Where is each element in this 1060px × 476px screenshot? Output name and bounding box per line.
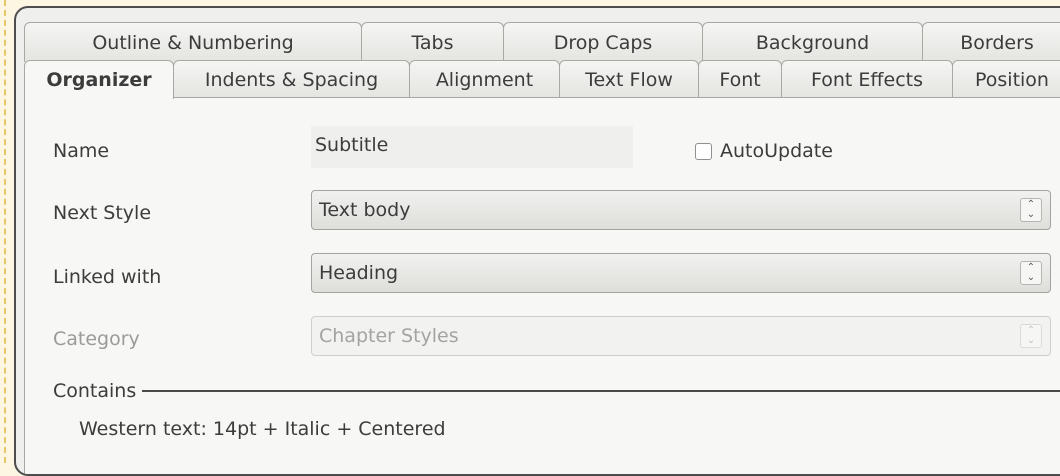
linked-with-select[interactable]: Heading ⌃ ⌄ xyxy=(311,253,1051,293)
contains-description: Western text: 14pt + Italic + Centered xyxy=(79,418,446,440)
dashed-frame-edge xyxy=(4,0,6,463)
next-style-select[interactable]: Text body ⌃ ⌄ xyxy=(311,190,1051,230)
tab-font[interactable]: Font xyxy=(698,60,782,98)
organizer-panel: Name Subtitle AutoUpdate Next Style Text… xyxy=(24,97,1060,474)
up-down-arrows-icon[interactable]: ⌃ ⌄ xyxy=(1020,198,1042,222)
tab-drop-caps[interactable]: Drop Caps xyxy=(503,22,703,62)
next-style-label: Next Style xyxy=(53,202,152,224)
tab-outline-numbering[interactable]: Outline & Numbering xyxy=(24,22,362,62)
tab-row-back: Outline & Numbering Tabs Drop Caps Backg… xyxy=(24,22,1060,62)
tab-font-effects[interactable]: Font Effects xyxy=(781,60,953,98)
autoupdate-label: AutoUpdate xyxy=(720,140,833,162)
next-style-value: Text body xyxy=(319,199,411,221)
contains-divider xyxy=(142,390,1060,392)
contains-label: Contains xyxy=(53,380,137,402)
linked-with-value: Heading xyxy=(319,262,399,284)
linked-with-label: Linked with xyxy=(53,266,162,288)
paragraph-style-dialog: Outline & Numbering Tabs Drop Caps Backg… xyxy=(14,6,1060,476)
name-label: Name xyxy=(53,140,110,162)
tab-tabs[interactable]: Tabs xyxy=(361,22,504,62)
checkbox-unchecked-icon[interactable] xyxy=(695,142,712,160)
tab-alignment[interactable]: Alignment xyxy=(409,60,560,98)
tab-borders[interactable]: Borders xyxy=(922,22,1060,62)
up-down-arrows-icon[interactable]: ⌃ ⌄ xyxy=(1020,261,1042,285)
tab-position[interactable]: Position xyxy=(952,60,1060,98)
tab-background[interactable]: Background xyxy=(702,22,923,62)
name-field[interactable]: Subtitle xyxy=(311,126,633,168)
tab-indents-spacing[interactable]: Indents & Spacing xyxy=(173,60,410,98)
tab-text-flow[interactable]: Text Flow xyxy=(559,60,699,98)
tab-organizer[interactable]: Organizer xyxy=(24,60,174,99)
up-down-arrows-icon: ⌃ ⌄ xyxy=(1020,324,1042,348)
category-value: Chapter Styles xyxy=(319,325,459,347)
tab-row-front: Organizer Indents & Spacing Alignment Te… xyxy=(24,60,1060,99)
contains-section-header: Contains xyxy=(53,380,1060,402)
category-select: Chapter Styles ⌃ ⌄ xyxy=(311,316,1051,356)
autoupdate-control[interactable]: AutoUpdate xyxy=(695,140,833,162)
category-label: Category xyxy=(53,328,140,350)
